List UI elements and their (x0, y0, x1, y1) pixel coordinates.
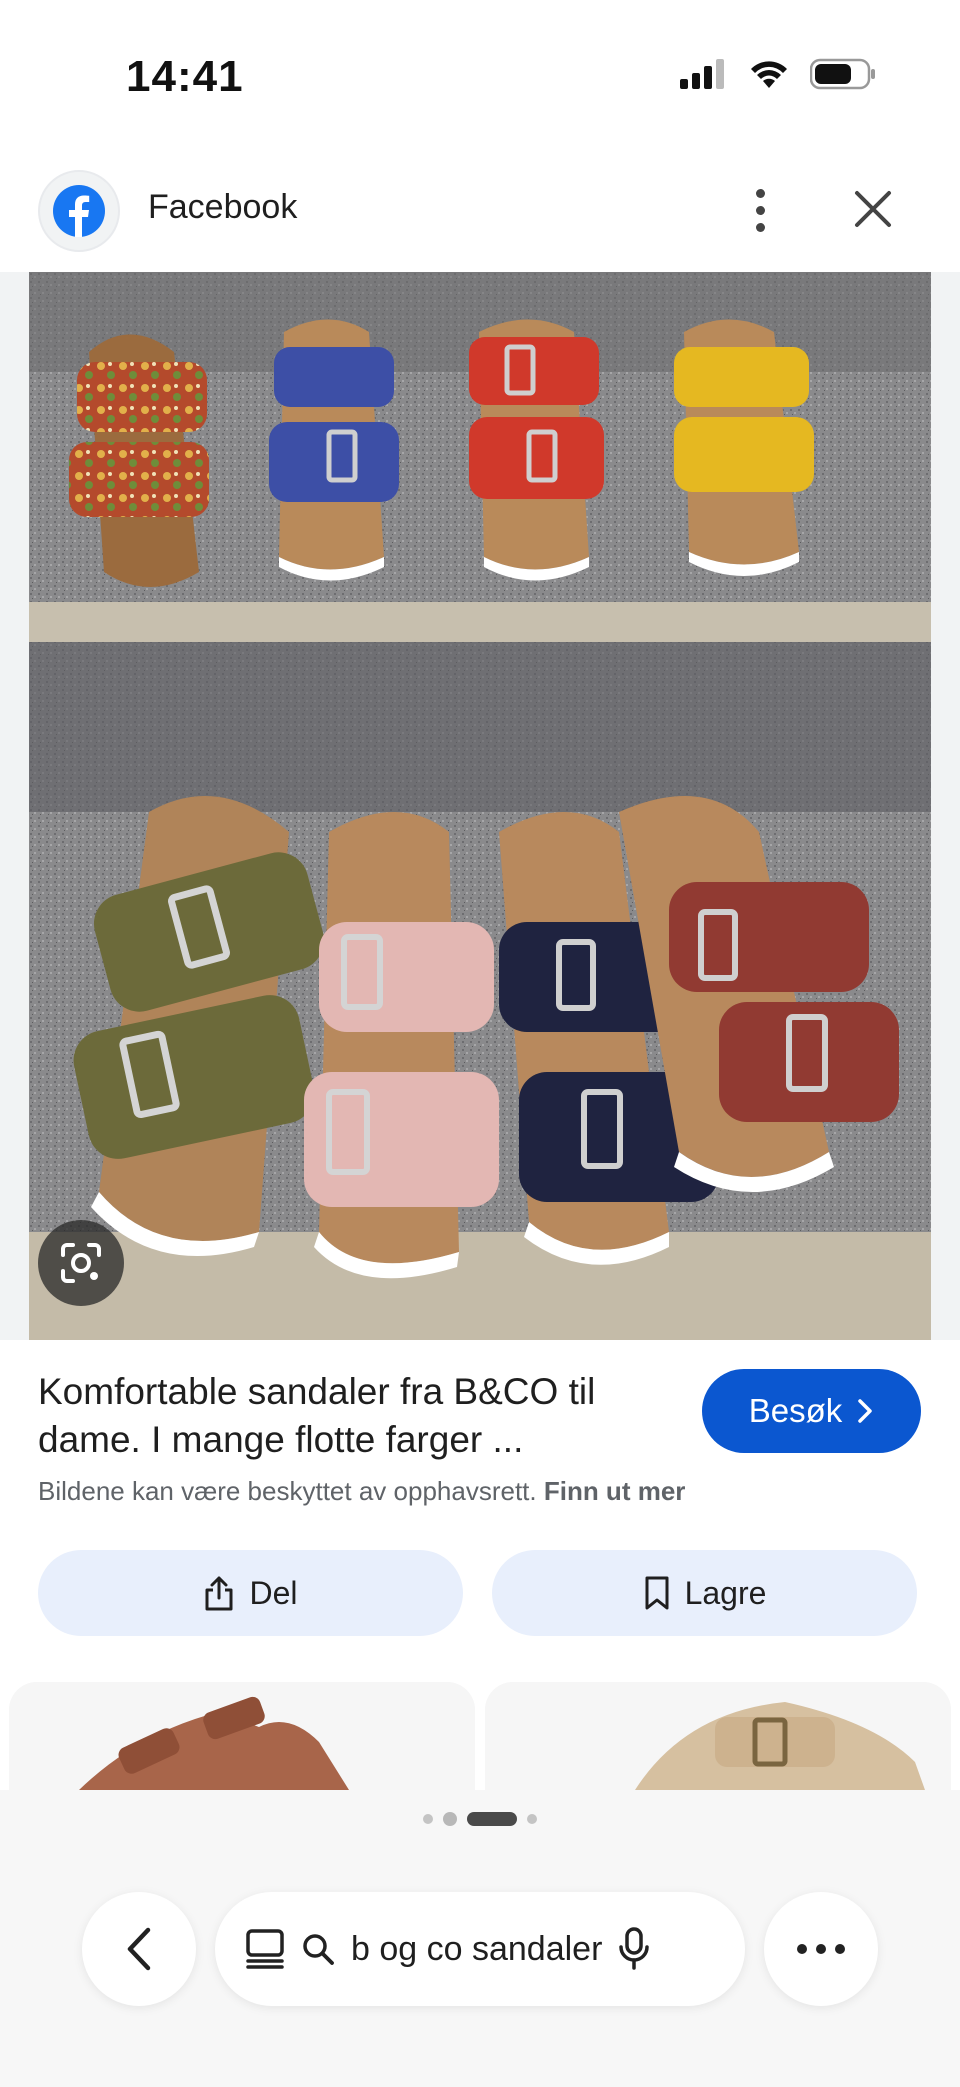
tabs-icon[interactable] (245, 1928, 285, 1970)
search-query[interactable]: b og co sandaler (351, 1930, 602, 1969)
more-vert-icon[interactable] (740, 180, 780, 240)
close-button[interactable] (848, 184, 898, 234)
page-dot (527, 1814, 537, 1824)
learn-more-link[interactable]: Finn ut mer (544, 1476, 686, 1506)
share-label: Del (249, 1574, 298, 1611)
address-bar[interactable]: b og co sandaler (215, 1892, 745, 2006)
google-lens-button[interactable] (38, 1220, 124, 1306)
status-bar: 14:41 (0, 0, 960, 150)
page-indicator (0, 1812, 960, 1826)
wifi-icon (748, 58, 790, 95)
chevron-right-icon (858, 1399, 873, 1423)
google-lens-icon (61, 1243, 101, 1283)
page-dot (423, 1814, 433, 1824)
share-button[interactable]: Del (38, 1550, 463, 1636)
save-button[interactable]: Lagre (492, 1550, 917, 1636)
more-horiz-icon[interactable] (764, 1892, 878, 2006)
related-results (0, 1682, 960, 1790)
page-dot (443, 1812, 457, 1826)
related-card[interactable] (485, 1682, 951, 1790)
chevron-left-icon (127, 1927, 151, 1971)
viewer-header: Facebook (0, 150, 960, 272)
status-icons (680, 58, 876, 95)
sandal-blue (269, 319, 399, 581)
page-dot-active (467, 1812, 517, 1826)
search-icon (303, 1934, 334, 1965)
signal-icon (680, 59, 728, 94)
sandals-photo[interactable] (29, 272, 931, 1340)
copyright-text: Bildene kan være beskyttet av opphavsret… (38, 1476, 537, 1506)
back-button[interactable] (82, 1892, 196, 2006)
save-label: Lagre (684, 1574, 767, 1611)
sandal-yellow (674, 319, 814, 576)
image-viewer[interactable] (0, 272, 960, 1340)
result-title[interactable]: Komfortable sandaler fra B&CO til dame. … (38, 1368, 678, 1464)
bookmark-icon (645, 1576, 669, 1610)
sandal-red (469, 319, 604, 581)
close-icon (855, 191, 891, 227)
related-card[interactable] (9, 1682, 475, 1790)
copyright-notice: Bildene kan være beskyttet av opphavsret… (38, 1476, 685, 1507)
visit-button[interactable]: Besøk (702, 1369, 921, 1453)
site-favicon (38, 170, 120, 252)
visit-label: Besøk (748, 1392, 843, 1429)
share-icon (205, 1576, 233, 1611)
microphone-icon[interactable] (618, 1927, 650, 1971)
status-time: 14:41 (126, 52, 244, 101)
battery-icon (809, 58, 876, 95)
facebook-logo-icon (53, 185, 105, 237)
site-name[interactable]: Facebook (148, 188, 297, 227)
